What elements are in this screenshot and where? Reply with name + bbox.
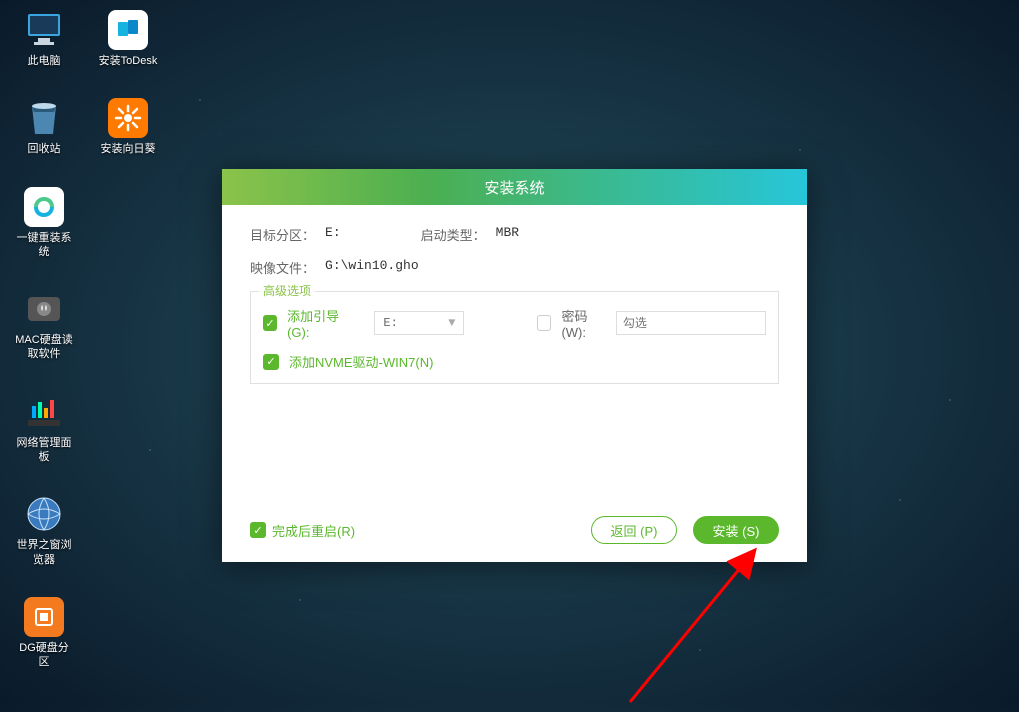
password-checkbox[interactable]: ✓ [537,315,551,331]
desktop-icon-reinstall[interactable]: 一键重装系统 [14,187,74,260]
desktop-icon-mac-disk[interactable]: MAC硬盘读取软件 [14,289,74,362]
add-boot-dropdown-value: E: [383,316,397,330]
advanced-options-legend: 高级选项 [259,282,315,299]
annotation-arrow-icon [620,542,800,712]
install-button[interactable]: 安装 (S) [693,516,779,544]
target-partition-label: 目标分区： [250,225,315,244]
desktop-icon-theworld-browser[interactable]: 世界之窗浏览器 [14,494,74,567]
diskgenius-icon [24,597,64,637]
desktop-icon-grid: 此电脑 安装ToDesk 回收站 [14,10,158,670]
nvme-label[interactable]: 添加NVME驱动-WIN7(N) [289,352,433,371]
dialog-title: 安装系统 [222,169,807,205]
restart-after-checkbox[interactable]: ✓ [250,522,266,538]
boot-type-label: 启动类型： [421,225,486,244]
install-system-dialog: 安装系统 目标分区： E: 启动类型： MBR 映像文件： G:\win10.g… [222,169,807,562]
reinstall-icon [24,187,64,227]
image-file-value: G:\win10.gho [325,258,419,277]
back-button[interactable]: 返回 (P) [591,516,677,544]
image-file-label: 映像文件： [250,258,315,277]
chevron-down-icon: ▼ [448,316,455,330]
desktop-icon-network-panel[interactable]: 网络管理面板 [14,392,74,465]
add-boot-dropdown[interactable]: E: ▼ [374,311,464,335]
desktop-icon-this-pc[interactable]: 此电脑 [14,10,74,68]
sunflower-icon [108,98,148,138]
password-label: 密码(W): [561,306,605,340]
todesk-icon [108,10,148,50]
desktop-icon-diskgenius[interactable]: DG硬盘分区 [14,597,74,670]
monitor-icon [24,10,64,50]
nvme-checkbox[interactable]: ✓ [263,354,279,370]
desktop-icon-recycle-bin[interactable]: 回收站 [14,98,74,156]
add-boot-label[interactable]: 添加引导(G): [287,306,352,340]
mac-disk-icon [24,289,64,329]
password-input[interactable] [616,311,766,335]
network-panel-icon [24,392,64,432]
advanced-options-fieldset: 高级选项 ✓ 添加引导(G): E: ▼ ✓ 密码(W): ✓ 添加NVME驱动… [250,291,779,384]
desktop-icon-todesk[interactable]: 安装ToDesk [98,10,158,68]
target-partition-value: E: [325,225,341,244]
globe-icon [24,494,64,534]
boot-type-value: MBR [496,225,519,244]
add-boot-checkbox[interactable]: ✓ [263,315,277,331]
recycle-bin-icon [24,98,64,138]
restart-after-label[interactable]: 完成后重启(R) [272,521,355,540]
desktop-icon-sunflower[interactable]: 安装向日葵 [98,98,158,156]
